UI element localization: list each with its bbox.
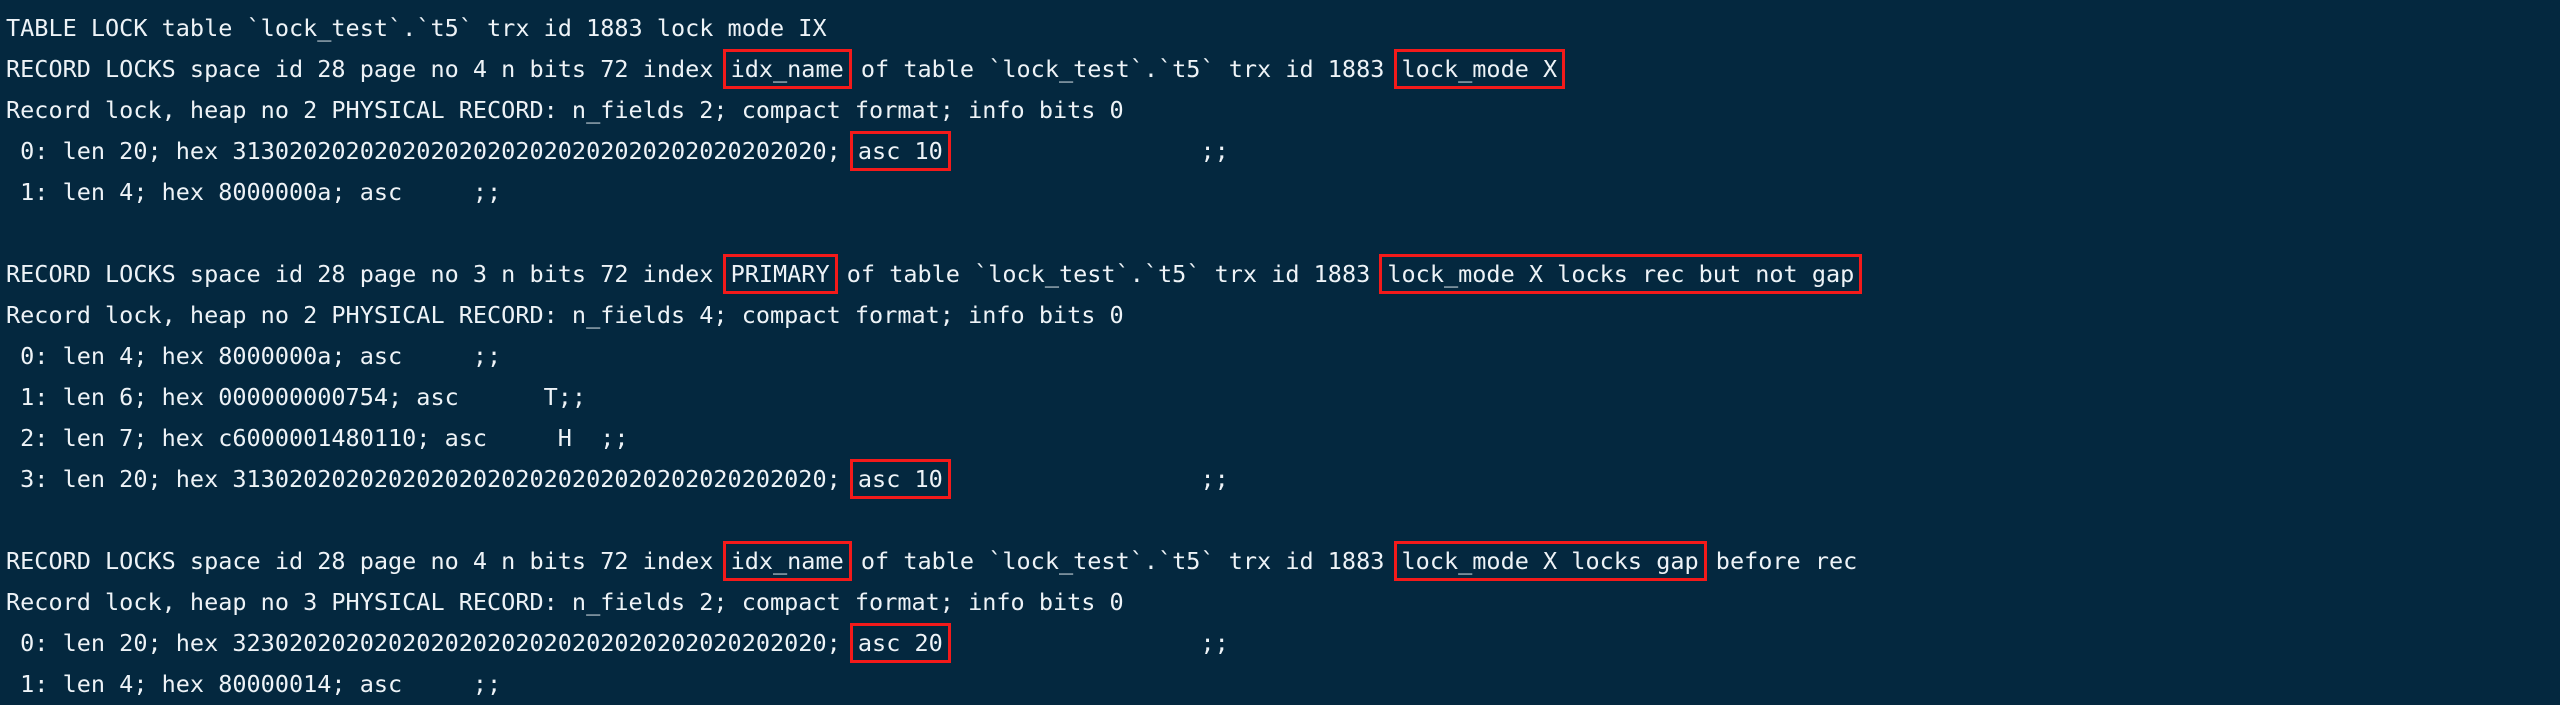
text-segment: 0: len 4; hex 8000000a; asc ;; [6,342,502,370]
field-line-2-2: 2: len 7; hex c6000001480110; asc H ;; [6,418,2560,459]
text-segment: ;; [945,629,1229,657]
highlight-box: asc 10 [849,131,951,171]
record-locks-line-3: RECORD LOCKS space id 28 page no 4 n bit… [6,541,2560,582]
highlight-box: lock_mode X [1393,49,1566,89]
text-segment: RECORD LOCKS space id 28 page no 4 n bit… [6,55,728,83]
text-segment: 3: len 20; hex 3130202020202020202020202… [6,465,855,493]
text-segment: of table `lock_test`.`t5` trx id 1883 [846,55,1399,83]
record-lock-heap-line-3: Record lock, heap no 3 PHYSICAL RECORD: … [6,582,2560,623]
highlight-box: PRIMARY [722,254,838,294]
record-locks-line-1: RECORD LOCKS space id 28 page no 4 n bit… [6,49,2560,90]
text-segment: 0: len 20; hex 3130202020202020202020202… [6,137,855,165]
highlight-box: lock_mode X locks gap [1393,541,1707,581]
record-lock-heap-line-2: Record lock, heap no 2 PHYSICAL RECORD: … [6,295,2560,336]
text-segment: Record lock, heap no 3 PHYSICAL RECORD: … [6,588,1124,616]
highlight-box: asc 20 [849,623,951,663]
text-segment: Record lock, heap no 2 PHYSICAL RECORD: … [6,96,1124,124]
field-line-3-1: 1: len 4; hex 80000014; asc ;; [6,664,2560,705]
text-segment: Record lock, heap no 2 PHYSICAL RECORD: … [6,301,1124,329]
text-segment: TABLE LOCK table `lock_test`.`t5` trx id… [6,14,827,42]
text-segment: 1: len 4; hex 8000000a; asc ;; [6,178,502,206]
highlight-box: idx_name [722,49,852,89]
record-lock-heap-line-1: Record lock, heap no 2 PHYSICAL RECORD: … [6,90,2560,131]
text-segment: ;; [945,137,1229,165]
text-segment: before rec [1701,547,1858,575]
text-segment: RECORD LOCKS space id 28 page no 3 n bit… [6,260,728,288]
record-locks-line-2: RECORD LOCKS space id 28 page no 3 n bit… [6,254,2560,295]
highlight-box: lock_mode X locks rec but not gap [1379,254,1863,294]
field-line-2-1: 1: len 6; hex 000000000754; asc T;; [6,377,2560,418]
field-line-3-0: 0: len 20; hex 3230202020202020202020202… [6,623,2560,664]
terminal-output-pane[interactable]: TABLE LOCK table `lock_test`.`t5` trx id… [0,0,2560,698]
text-segment: of table `lock_test`.`t5` trx id 1883 [832,260,1385,288]
text-segment: 2: len 7; hex c6000001480110; asc H ;; [6,424,629,452]
text-segment: 0: len 20; hex 3230202020202020202020202… [6,629,855,657]
text-segment: 1: len 6; hex 000000000754; asc T;; [6,383,587,411]
highlight-box: idx_name [722,541,852,581]
text-segment: 1: len 4; hex 80000014; asc ;; [6,670,502,698]
text-segment: of table `lock_test`.`t5` trx id 1883 [846,547,1399,575]
field-line-1-0: 0: len 20; hex 3130202020202020202020202… [6,131,2560,172]
field-line-1-1: 1: len 4; hex 8000000a; asc ;; [6,172,2560,213]
text-segment: RECORD LOCKS space id 28 page no 4 n bit… [6,547,728,575]
highlight-box: asc 10 [849,459,951,499]
field-line-2-0: 0: len 4; hex 8000000a; asc ;; [6,336,2560,377]
field-line-2-3: 3: len 20; hex 3130202020202020202020202… [6,459,2560,500]
table-lock-line: TABLE LOCK table `lock_test`.`t5` trx id… [6,8,2560,49]
text-segment: ;; [945,465,1229,493]
